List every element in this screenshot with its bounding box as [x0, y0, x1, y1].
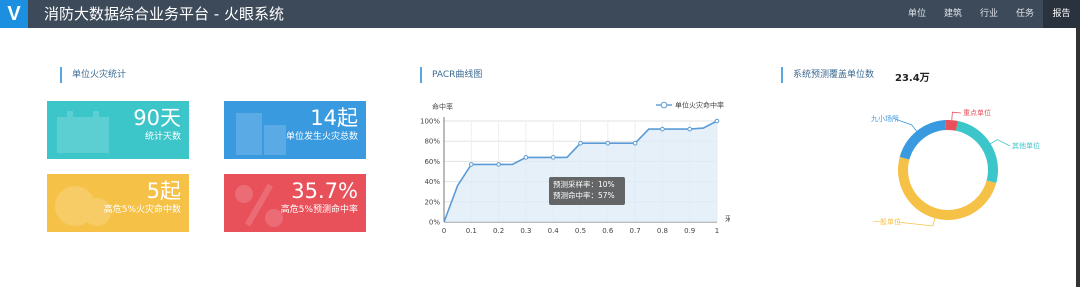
x-tick-label: 0.7: [630, 227, 641, 235]
coverage-section-title: 系统预测覆盖单位数: [781, 67, 874, 83]
donut-slice: [945, 120, 958, 131]
x-tick-label: 0.6: [602, 227, 614, 235]
data-point: [605, 140, 611, 146]
donut-leader-line: [951, 111, 962, 121]
top-bar: V 消防大数据综合业务平台 - 火眼系统 单位 建筑 行业 任务 报告: [0, 0, 1080, 28]
legend-label: 单位火灾命中率: [675, 101, 724, 110]
nav-item-building[interactable]: 建筑: [935, 0, 971, 28]
donut-slice: [898, 156, 997, 220]
data-point: [687, 126, 693, 132]
tooltip-line: 预测命中率：57%: [553, 190, 615, 200]
y-tick-label: 80%: [424, 138, 440, 146]
nav-item-task[interactable]: 任务: [1007, 0, 1043, 28]
x-tick-label: 1: [715, 227, 719, 235]
donut-slice: [899, 120, 947, 160]
x-tick-label: 0.9: [684, 227, 695, 235]
coverage-total: 23.4万: [895, 73, 930, 84]
y-tick-label: 40%: [424, 178, 440, 186]
fire-stats-section-title: 单位火灾统计: [60, 67, 126, 83]
donut-leader-line: [896, 218, 936, 227]
stat-label: 高危5%火灾命中数: [103, 205, 181, 215]
stat-label: 统计天数: [144, 132, 181, 142]
x-tick-label: 0.8: [657, 227, 668, 235]
stat-label: 高危5%预测命中率: [280, 205, 358, 215]
y-tick-label: 100%: [420, 118, 440, 126]
y-tick-label: 20%: [424, 198, 440, 206]
nav-item-industry[interactable]: 行业: [971, 0, 1007, 28]
stat-value: 35.7%: [291, 179, 358, 203]
data-point: [660, 126, 665, 132]
nav-item-unit[interactable]: 单位: [899, 0, 935, 28]
data-point: [550, 155, 556, 160]
main-nav: 单位 建筑 行业 任务 报告: [899, 0, 1080, 28]
legend-marker: [660, 101, 668, 109]
stat-tile-days: 90天 统计天数: [47, 101, 189, 159]
x-tick-label: 0.3: [520, 227, 531, 235]
data-point: [523, 155, 529, 160]
stat-label: 单位发生火灾总数: [285, 132, 358, 142]
donut-label: 一般单位: [873, 217, 901, 226]
x-tick-label: 0.2: [493, 227, 504, 235]
coverage-donut-chart: 重点单位其他单位一般单位 九小场所: [871, 108, 1040, 227]
pacr-section-title: PACR曲线图: [420, 67, 482, 83]
stat-tile-rate: 35.7% 高危5%预测命中率: [224, 174, 366, 232]
stat-tile-hits: 5起 高危5%火灾命中数: [47, 174, 189, 232]
data-point: [469, 162, 474, 167]
donut-slice: [955, 121, 998, 184]
building-icon: [236, 113, 286, 155]
donut-leader-line: [990, 139, 1011, 147]
y-tick-label: 0%: [429, 219, 440, 227]
x-tick-label: 0: [442, 227, 446, 235]
y-tick-label: 60%: [424, 158, 440, 166]
data-point: [578, 140, 583, 146]
data-point: [714, 118, 720, 124]
donut-label: 其他单位: [1012, 141, 1040, 150]
app-logo[interactable]: V: [0, 0, 28, 28]
y-axis-label: 命中率: [432, 102, 453, 111]
x-tick-label: 0.1: [466, 227, 477, 235]
stat-value: 5起: [146, 179, 181, 203]
pacr-chart: 命中率采样率 0% 20% 40% 60% 80% 100% 0 0.1 0.2 0.3 0.4 0.5…: [420, 101, 730, 236]
stat-tile-fires: 14起 单位发生火灾总数: [224, 101, 366, 159]
donut-label: 九小场所: [871, 114, 899, 123]
nav-item-report[interactable]: 报告: [1043, 0, 1080, 28]
x-tick-label: 0.4: [548, 227, 560, 235]
x-tick-label: 0.5: [575, 227, 586, 235]
x-axis-label: 采样率: [725, 214, 730, 223]
calendar-icon: [57, 111, 109, 153]
data-point: [496, 162, 501, 167]
data-point: [632, 140, 638, 146]
chart-tooltip: 预测采样率：10%预测命中率：57%: [549, 177, 625, 205]
page-edge-bar: [1076, 28, 1080, 287]
tooltip-line: 预测采样率：10%: [553, 179, 615, 189]
stat-value: 14起: [310, 106, 358, 130]
app-title: 消防大数据综合业务平台 - 火眼系统: [44, 5, 284, 23]
donut-label: 重点单位: [963, 108, 991, 117]
stat-value: 90天: [133, 106, 181, 130]
